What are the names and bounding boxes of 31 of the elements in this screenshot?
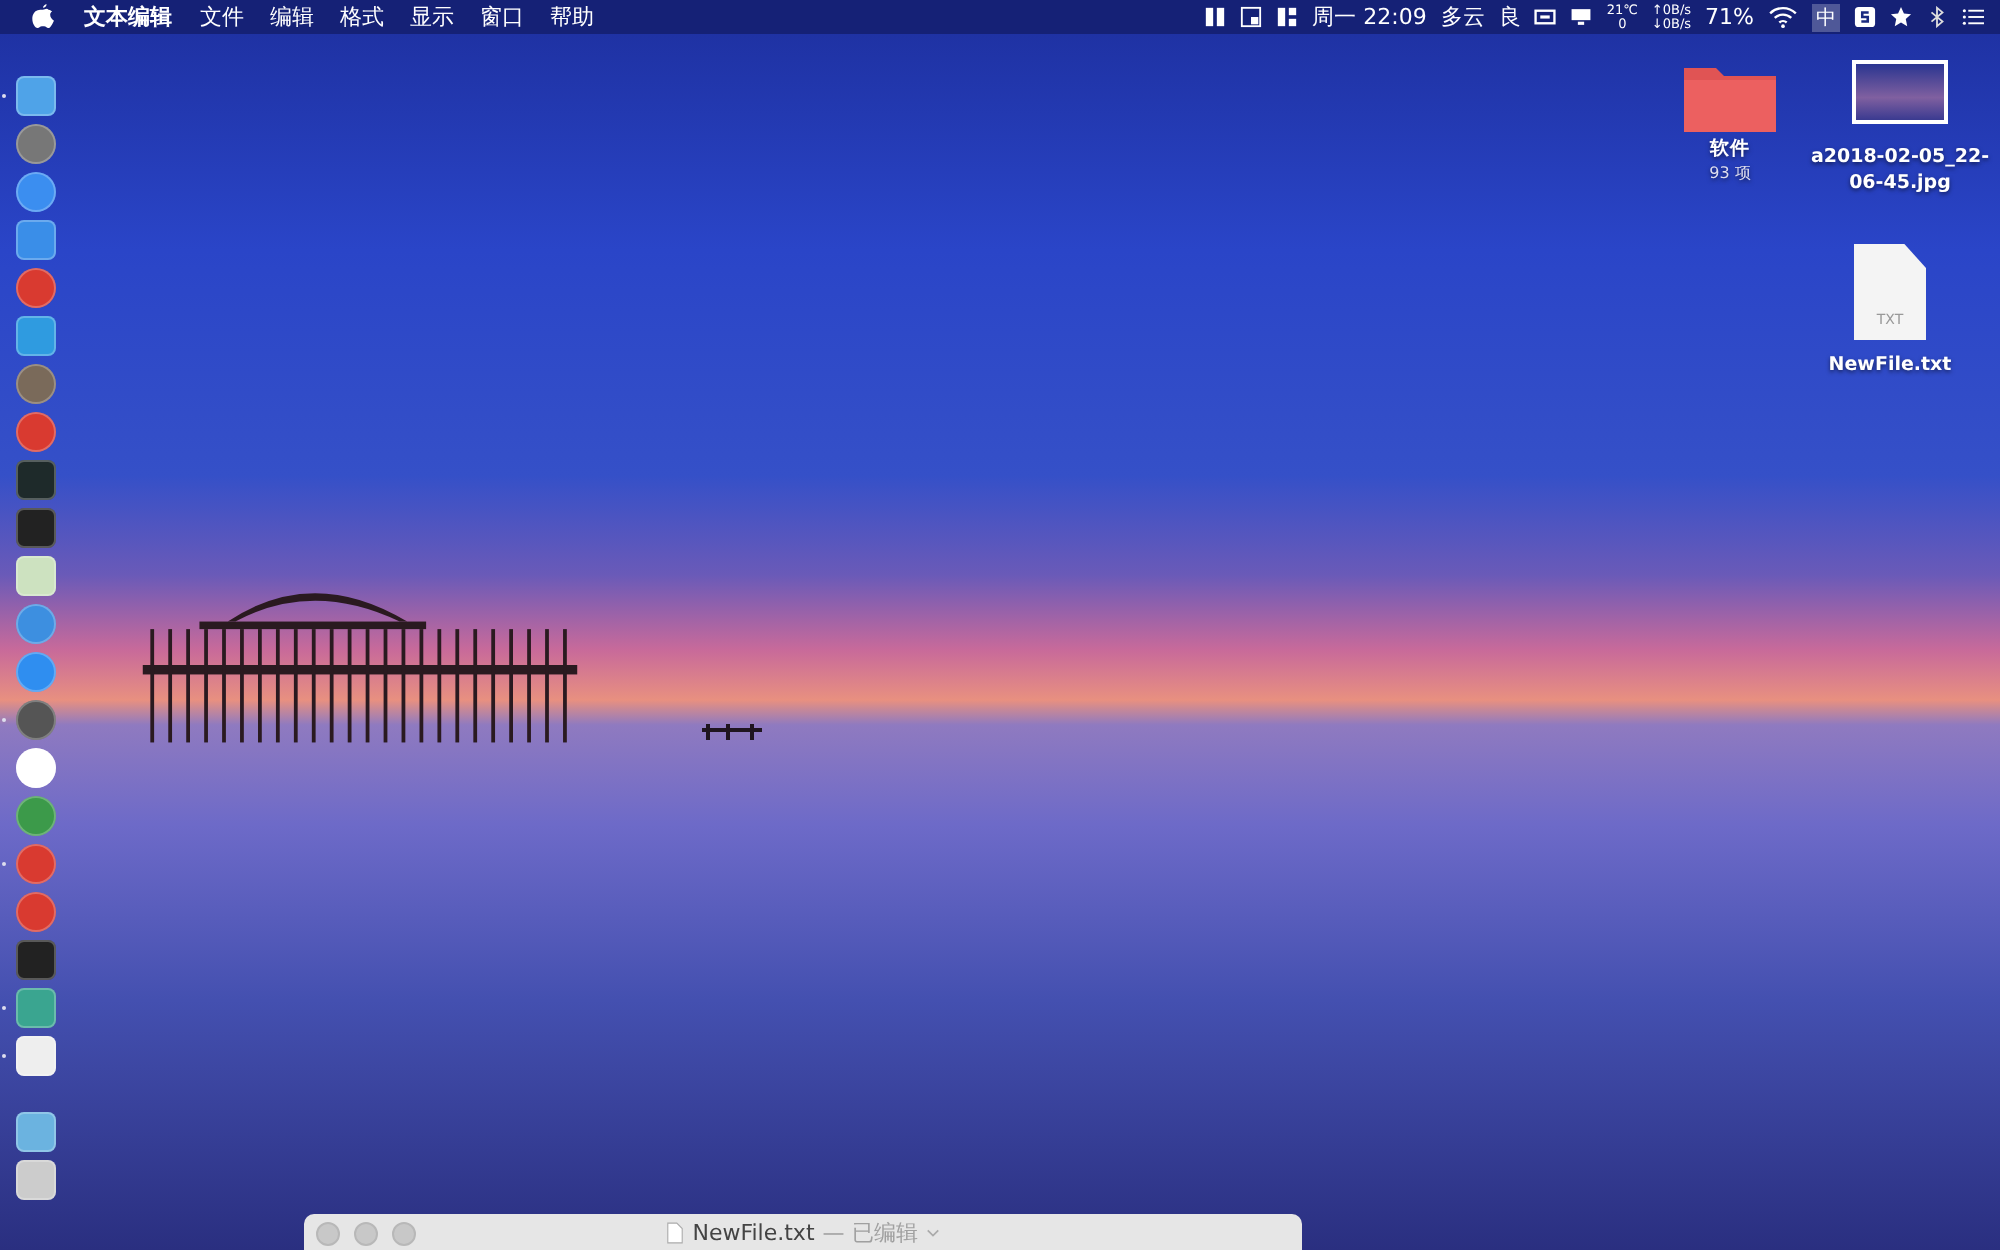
image-thumbnail[interactable] xyxy=(1852,60,1948,124)
file-name[interactable]: NewFile.txt xyxy=(1800,352,1980,378)
input-method-indicator[interactable]: 中 xyxy=(1812,3,1840,31)
grid-icon[interactable] xyxy=(1240,6,1263,28)
input-app-icon[interactable] xyxy=(1854,6,1876,28)
menu-item[interactable]: 窗口 xyxy=(480,2,524,32)
menu-item[interactable]: 格式 xyxy=(340,2,384,32)
document-icon xyxy=(666,1222,685,1244)
list-icon[interactable] xyxy=(1962,6,1984,28)
jetty-drawing xyxy=(700,724,764,740)
battery-percent[interactable]: 71% xyxy=(1705,4,1754,30)
weather-text[interactable]: 多云 xyxy=(1440,2,1485,32)
screen-icon[interactable] xyxy=(1534,6,1557,28)
menu-item[interactable]: 文件 xyxy=(200,2,244,32)
clock[interactable]: 周一 22:09 xyxy=(1312,2,1427,32)
menu-item[interactable]: 编辑 xyxy=(270,2,314,32)
caret-icon[interactable] xyxy=(925,1228,940,1238)
window-title: NewFile.txt xyxy=(692,1220,815,1246)
item-count: 93 项 xyxy=(1709,162,1751,184)
air-quality-text[interactable]: 良 xyxy=(1498,2,1521,32)
star-icon[interactable] xyxy=(1890,6,1912,28)
bluetooth-icon[interactable] xyxy=(1926,6,1948,28)
layout-icon[interactable] xyxy=(1276,6,1299,28)
menu-item[interactable]: 显示 xyxy=(410,2,454,32)
wifi-icon[interactable] xyxy=(1768,6,1798,28)
display-icon[interactable] xyxy=(1570,6,1593,28)
apple-icon[interactable] xyxy=(32,4,54,30)
app-name-menu[interactable]: 文本编辑 xyxy=(84,2,172,32)
file-name[interactable]: a2018-02-05_22-06-45.jpg xyxy=(1810,144,1990,196)
grid-icon[interactable] xyxy=(1204,6,1227,28)
menu-item[interactable]: 帮助 xyxy=(550,2,594,32)
